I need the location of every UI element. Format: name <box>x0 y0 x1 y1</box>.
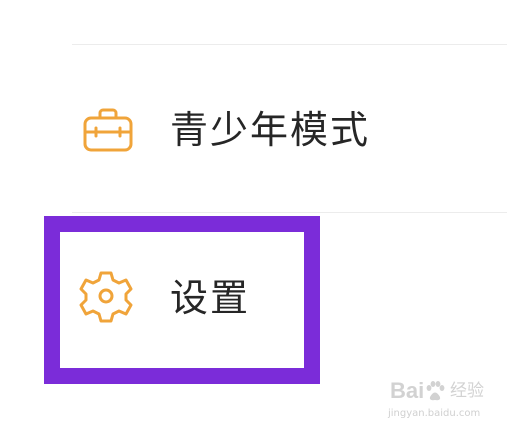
briefcase-icon <box>83 108 133 152</box>
menu-item-label: 青少年模式 <box>170 108 371 152</box>
menu-screen: 青少年模式 设置 Bai 经验 jingyan.baidu.com <box>0 0 507 438</box>
menu-item-youth-mode[interactable]: 青少年模式 <box>0 96 507 166</box>
menu-item-label: 设置 <box>170 276 251 320</box>
watermark-brand: Bai <box>390 378 425 403</box>
baidu-jingyan-watermark: Bai 经验 jingyan.baidu.com <box>388 378 496 430</box>
paw-icon <box>426 381 445 401</box>
divider <box>72 212 507 213</box>
divider <box>72 44 507 45</box>
menu-item-settings[interactable]: 设置 <box>0 264 507 334</box>
watermark-url: jingyan.baidu.com <box>388 408 481 419</box>
watermark-suffix: 经验 <box>450 381 484 401</box>
gear-icon <box>79 271 133 323</box>
